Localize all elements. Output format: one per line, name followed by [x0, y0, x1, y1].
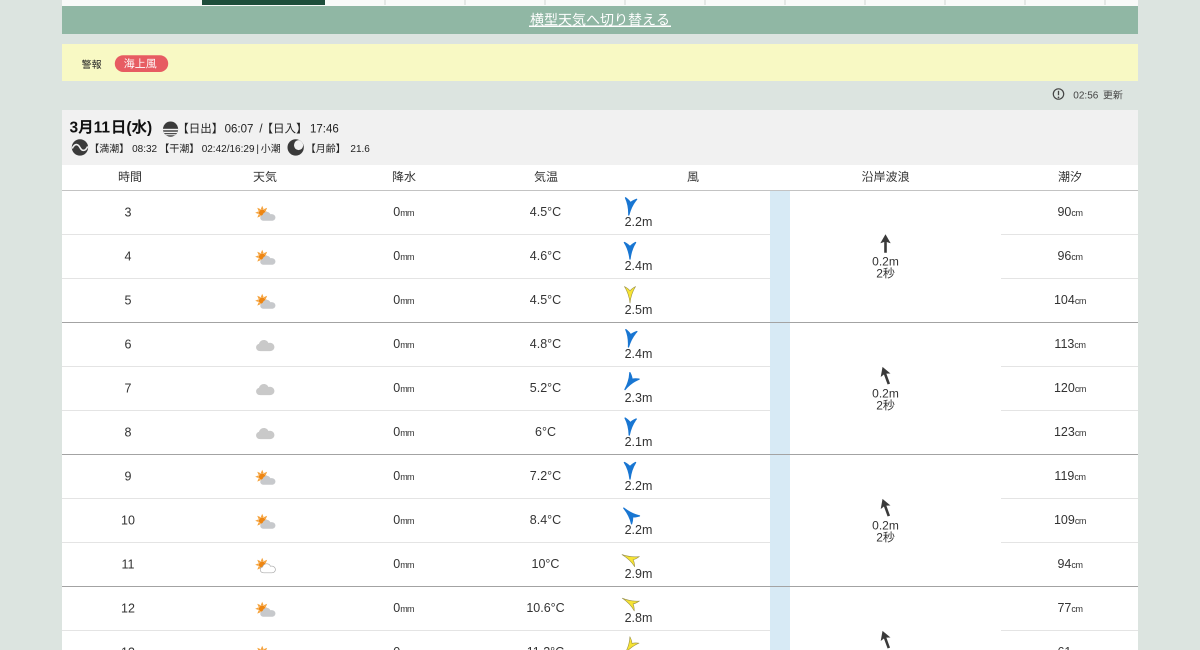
svg-text:90cm: 90cm [1057, 205, 1082, 219]
svg-text:94cm: 94cm [1057, 557, 1082, 571]
svg-text:0mm: 0mm [393, 513, 414, 527]
svg-text:(: ( [126, 120, 132, 137]
svg-text:123cm: 123cm [1054, 425, 1086, 439]
svg-text:7: 7 [125, 382, 132, 396]
svg-text:0mm: 0mm [393, 293, 414, 307]
svg-text:3: 3 [125, 206, 132, 220]
svg-text:10: 10 [121, 514, 135, 528]
svg-text:109cm: 109cm [1054, 513, 1086, 527]
svg-text:5.2°C: 5.2°C [530, 381, 561, 395]
svg-text:10°C: 10°C [532, 557, 560, 571]
svg-text:2.4m: 2.4m [625, 259, 653, 273]
svg-text:2: 2 [876, 531, 883, 545]
svg-text:2: 2 [876, 267, 883, 281]
svg-text:2.5m: 2.5m [625, 303, 653, 317]
svg-text:120cm: 120cm [1054, 381, 1086, 395]
svg-text:2.2m: 2.2m [625, 215, 653, 229]
svg-text:08:32: 08:32 [132, 144, 157, 155]
svg-text:): ) [147, 120, 152, 137]
svg-text:0mm: 0mm [393, 601, 414, 615]
svg-text:6°C: 6°C [535, 425, 556, 439]
svg-text:4.5°C: 4.5°C [530, 293, 561, 307]
svg-text:2.4m: 2.4m [625, 347, 653, 361]
svg-text:2.2m: 2.2m [625, 479, 653, 493]
svg-text:2.8m: 2.8m [625, 611, 653, 625]
svg-text:104cm: 104cm [1054, 293, 1086, 307]
svg-text:11: 11 [122, 558, 135, 572]
svg-text:4: 4 [125, 250, 132, 264]
svg-text:0mm: 0mm [393, 205, 414, 219]
svg-text:96cm: 96cm [1057, 249, 1082, 263]
svg-text:5: 5 [125, 294, 132, 308]
svg-text:10.6°C: 10.6°C [526, 601, 564, 615]
svg-text:0mm: 0mm [393, 557, 414, 571]
svg-text:113cm: 113cm [1054, 337, 1085, 351]
svg-text:3: 3 [70, 120, 79, 137]
svg-text:12: 12 [121, 602, 135, 616]
svg-text:02:42/16:29: 02:42/16:29 [202, 144, 255, 155]
svg-text:9: 9 [125, 470, 132, 484]
svg-text:17:46: 17:46 [310, 124, 339, 136]
svg-text:2.2m: 2.2m [625, 523, 653, 537]
svg-text:2.3m: 2.3m [625, 391, 653, 405]
svg-text:06:07: 06:07 [225, 124, 254, 136]
svg-text:6: 6 [125, 338, 132, 352]
svg-text:8: 8 [125, 426, 132, 440]
svg-text:0mm: 0mm [393, 425, 414, 439]
svg-text:02:56: 02:56 [1073, 91, 1098, 102]
svg-text:11: 11 [94, 120, 111, 137]
svg-text:4.5°C: 4.5°C [530, 205, 561, 219]
svg-text:0mm: 0mm [393, 337, 414, 351]
svg-text:13: 13 [121, 646, 135, 650]
svg-text:0mm: 0mm [393, 381, 414, 395]
svg-text:2: 2 [876, 399, 883, 413]
svg-text:0mm: 0mm [393, 249, 414, 263]
svg-text:2.9m: 2.9m [625, 567, 653, 581]
svg-text:8.4°C: 8.4°C [530, 513, 561, 527]
svg-text:77cm: 77cm [1057, 601, 1082, 615]
svg-text:2.1m: 2.1m [625, 435, 653, 449]
svg-text:7.2°C: 7.2°C [530, 469, 561, 483]
svg-text:4.8°C: 4.8°C [530, 337, 561, 351]
svg-text:0mm: 0mm [393, 469, 414, 483]
svg-text:119cm: 119cm [1054, 469, 1085, 483]
svg-text:11.2°C: 11.2°C [527, 645, 564, 650]
svg-text:4.6°C: 4.6°C [530, 249, 561, 263]
svg-text:|: | [256, 144, 259, 155]
svg-text:21.6: 21.6 [350, 144, 370, 155]
